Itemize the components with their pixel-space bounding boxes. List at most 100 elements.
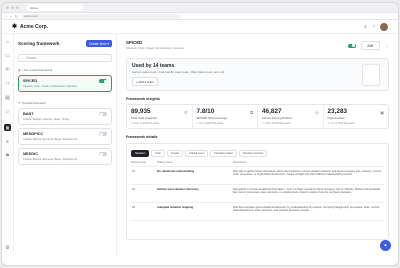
- user-section-text: User created framework: [22, 68, 53, 72]
- back-icon[interactable]: ‹: [6, 14, 7, 19]
- rating-desc: Rep fails to gather basic information ab…: [233, 169, 382, 177]
- app-header: ✱ Acme Corp. ⌕ ◔: [2, 20, 398, 34]
- edit-button[interactable]: Edit: [360, 41, 380, 50]
- details-label: Framework details: [126, 135, 158, 139]
- reload-icon[interactable]: ↻: [15, 14, 18, 19]
- list-icon[interactable]: ≡: [6, 140, 9, 145]
- framework-desc: Criteria: Budget, Authority, Need, Timin…: [23, 118, 70, 121]
- stat-trend: ↗ 10.2 +1.01% this week: [131, 122, 188, 125]
- grid-icon[interactable]: ▦: [4, 124, 11, 131]
- create-new-label: Create New: [89, 41, 107, 46]
- briefcase-icon: ▣: [380, 110, 384, 115]
- sparkle-icon: ✦: [18, 101, 21, 105]
- chart-icon[interactable]: ▤: [5, 96, 10, 101]
- framework-toggle[interactable]: [99, 152, 107, 156]
- folder-icon[interactable]: ▱: [6, 110, 10, 115]
- create-new-button[interactable]: Create New ▾: [86, 40, 112, 47]
- stat-trend-value: 7.2: [330, 121, 334, 125]
- stat-label: Opportunities: [327, 115, 345, 120]
- insights-label: Framework insights: [126, 97, 160, 101]
- column-header: Rating score: [131, 161, 147, 164]
- framework-item-spiced[interactable]: SPICED Situation, Pain, Impact, Critical…: [18, 75, 112, 92]
- browser-urlbar: ‹ › ↻ acme.com: [2, 13, 398, 20]
- framework-toggle[interactable]: [99, 79, 107, 83]
- framework-name: SPICED: [23, 79, 38, 83]
- rating-desc: Rep gathers minimal situational informat…: [233, 187, 381, 195]
- tab-decision-maker[interactable]: Decision maker: [210, 150, 238, 157]
- framework-panel: Scoring framework Create New ▾ ⌕ Search …: [14, 34, 117, 257]
- browser-tabbar: Acme: [2, 3, 398, 13]
- maximize-dot[interactable]: [16, 6, 19, 9]
- stat-value: 89,935: [131, 108, 151, 115]
- document-icon[interactable]: ▭: [5, 54, 10, 59]
- framework-toggle[interactable]: [99, 132, 107, 136]
- search-input[interactable]: ⌕ Search: [18, 54, 112, 62]
- framework-desc: Criteria: Metrics, Economic Buyer, Decis…: [23, 138, 80, 141]
- stat-trend: ↗ 7.2 +1.51% this week: [328, 122, 385, 125]
- stat-trend: ↗ 3.1 +0.49% this week: [197, 122, 254, 125]
- framework-detail: SPICED Situation, Pain, Impact, Critical…: [117, 34, 398, 257]
- tab-critical-event[interactable]: Critical event: [184, 150, 209, 157]
- sparkle-icon: ✦: [383, 242, 388, 249]
- stat-card: 46,827 Across Scoring Rubrics ↗ 2.56 +0.…: [258, 105, 324, 128]
- avatar[interactable]: [380, 22, 388, 31]
- framework-toggle[interactable]: [99, 112, 107, 116]
- add-team-button[interactable]: + Add a team: [132, 77, 158, 86]
- tab-impact[interactable]: Impact: [166, 150, 183, 157]
- column-header: Description: [233, 161, 247, 164]
- address-bar[interactable]: acme.com: [21, 13, 182, 19]
- assistant-fab[interactable]: ✦: [380, 240, 391, 251]
- rating-score: 02: [132, 187, 135, 191]
- framework-active-toggle[interactable]: [347, 43, 356, 48]
- framework-item-bant[interactable]: BANT Criteria: Budget, Authority, Need, …: [18, 108, 112, 125]
- search-icon: ⌕: [22, 56, 24, 60]
- tab-pain[interactable]: Pain: [151, 150, 165, 157]
- criteria-tabs: Situation Pain Impact Critical event Dec…: [131, 150, 384, 157]
- brand[interactable]: ✱ Acme Corp.: [12, 23, 49, 31]
- framework-item-meddpicc[interactable]: MEDDPICC Criteria: Metrics, Economic Buy…: [18, 128, 112, 145]
- window-controls[interactable]: [6, 6, 19, 9]
- page-title: SPICED: [126, 40, 143, 45]
- phone-icon: ✆: [184, 110, 188, 115]
- details-card: Situation Pain Impact Critical event Dec…: [126, 143, 389, 240]
- rating-name: Surface level situation discovery: [157, 187, 199, 191]
- stat-value: 23,283: [327, 108, 348, 115]
- table-row[interactable]: 03 Adequate situation mapping Rep demons…: [131, 203, 384, 221]
- search-icon[interactable]: ⌕: [364, 24, 367, 30]
- framework-name: BANT: [23, 112, 34, 116]
- browser-tab-title: Acme: [30, 5, 38, 10]
- home-icon[interactable]: ⌂: [6, 40, 9, 45]
- teams-illustration: [362, 64, 380, 86]
- search-placeholder: Search: [25, 56, 37, 60]
- stat-label: Total Calls Analyzed: [131, 115, 157, 120]
- forward-icon[interactable]: ›: [10, 14, 11, 19]
- stat-card: 23,283 Opportunities ↗ 7.2 +1.51% this w…: [324, 105, 389, 128]
- stat-trend-text: +0.91% this week: [270, 121, 291, 125]
- table-row[interactable]: 02 Surface level situation discovery Rep…: [131, 185, 384, 203]
- tab-decision-process[interactable]: Decision process: [239, 150, 268, 157]
- phone-icon[interactable]: ✆: [5, 68, 9, 73]
- user-icon: ◍: [18, 68, 21, 72]
- stat-label: Across Scoring Rubrics: [262, 115, 293, 120]
- bell-icon[interactable]: ◔: [372, 24, 375, 30]
- brand-name: Acme Corp.: [20, 23, 49, 30]
- stat-value: 46,827: [262, 108, 282, 115]
- tab-situation[interactable]: Situation: [131, 150, 150, 157]
- rating-name: Adequate situation mapping: [157, 205, 194, 209]
- stat-card: 89,935 Total Calls Analyzed ↗ 10.2 +1.01…: [127, 105, 193, 128]
- table-row[interactable]: 01 No situational understanding Rep fail…: [131, 167, 384, 185]
- users-icon[interactable]: ⚇: [5, 82, 9, 87]
- rating-name: No situational understanding: [157, 169, 195, 173]
- bookmark-icon[interactable]: ⚑: [5, 154, 9, 159]
- stat-trend-value: 2.56: [264, 121, 270, 125]
- more-icon[interactable]: ⋮: [385, 43, 389, 48]
- rating-score: 03: [132, 205, 135, 209]
- framework-item-meddic[interactable]: MEDDIC Criteria: Metrics, Economic Buyer…: [18, 148, 112, 165]
- close-dot[interactable]: [6, 6, 9, 9]
- browser-tab[interactable]: Acme: [27, 4, 83, 11]
- framework-desc: Criteria: Metrics, Economic Buyer, Decis…: [23, 158, 80, 161]
- stat-card: 7.8/10 SPICED Score Average ↗ 3.1 +0.49%…: [193, 105, 258, 128]
- gear-icon[interactable]: ⚙: [5, 246, 9, 251]
- rating-score: 01: [132, 169, 135, 173]
- minimize-dot[interactable]: [11, 6, 14, 9]
